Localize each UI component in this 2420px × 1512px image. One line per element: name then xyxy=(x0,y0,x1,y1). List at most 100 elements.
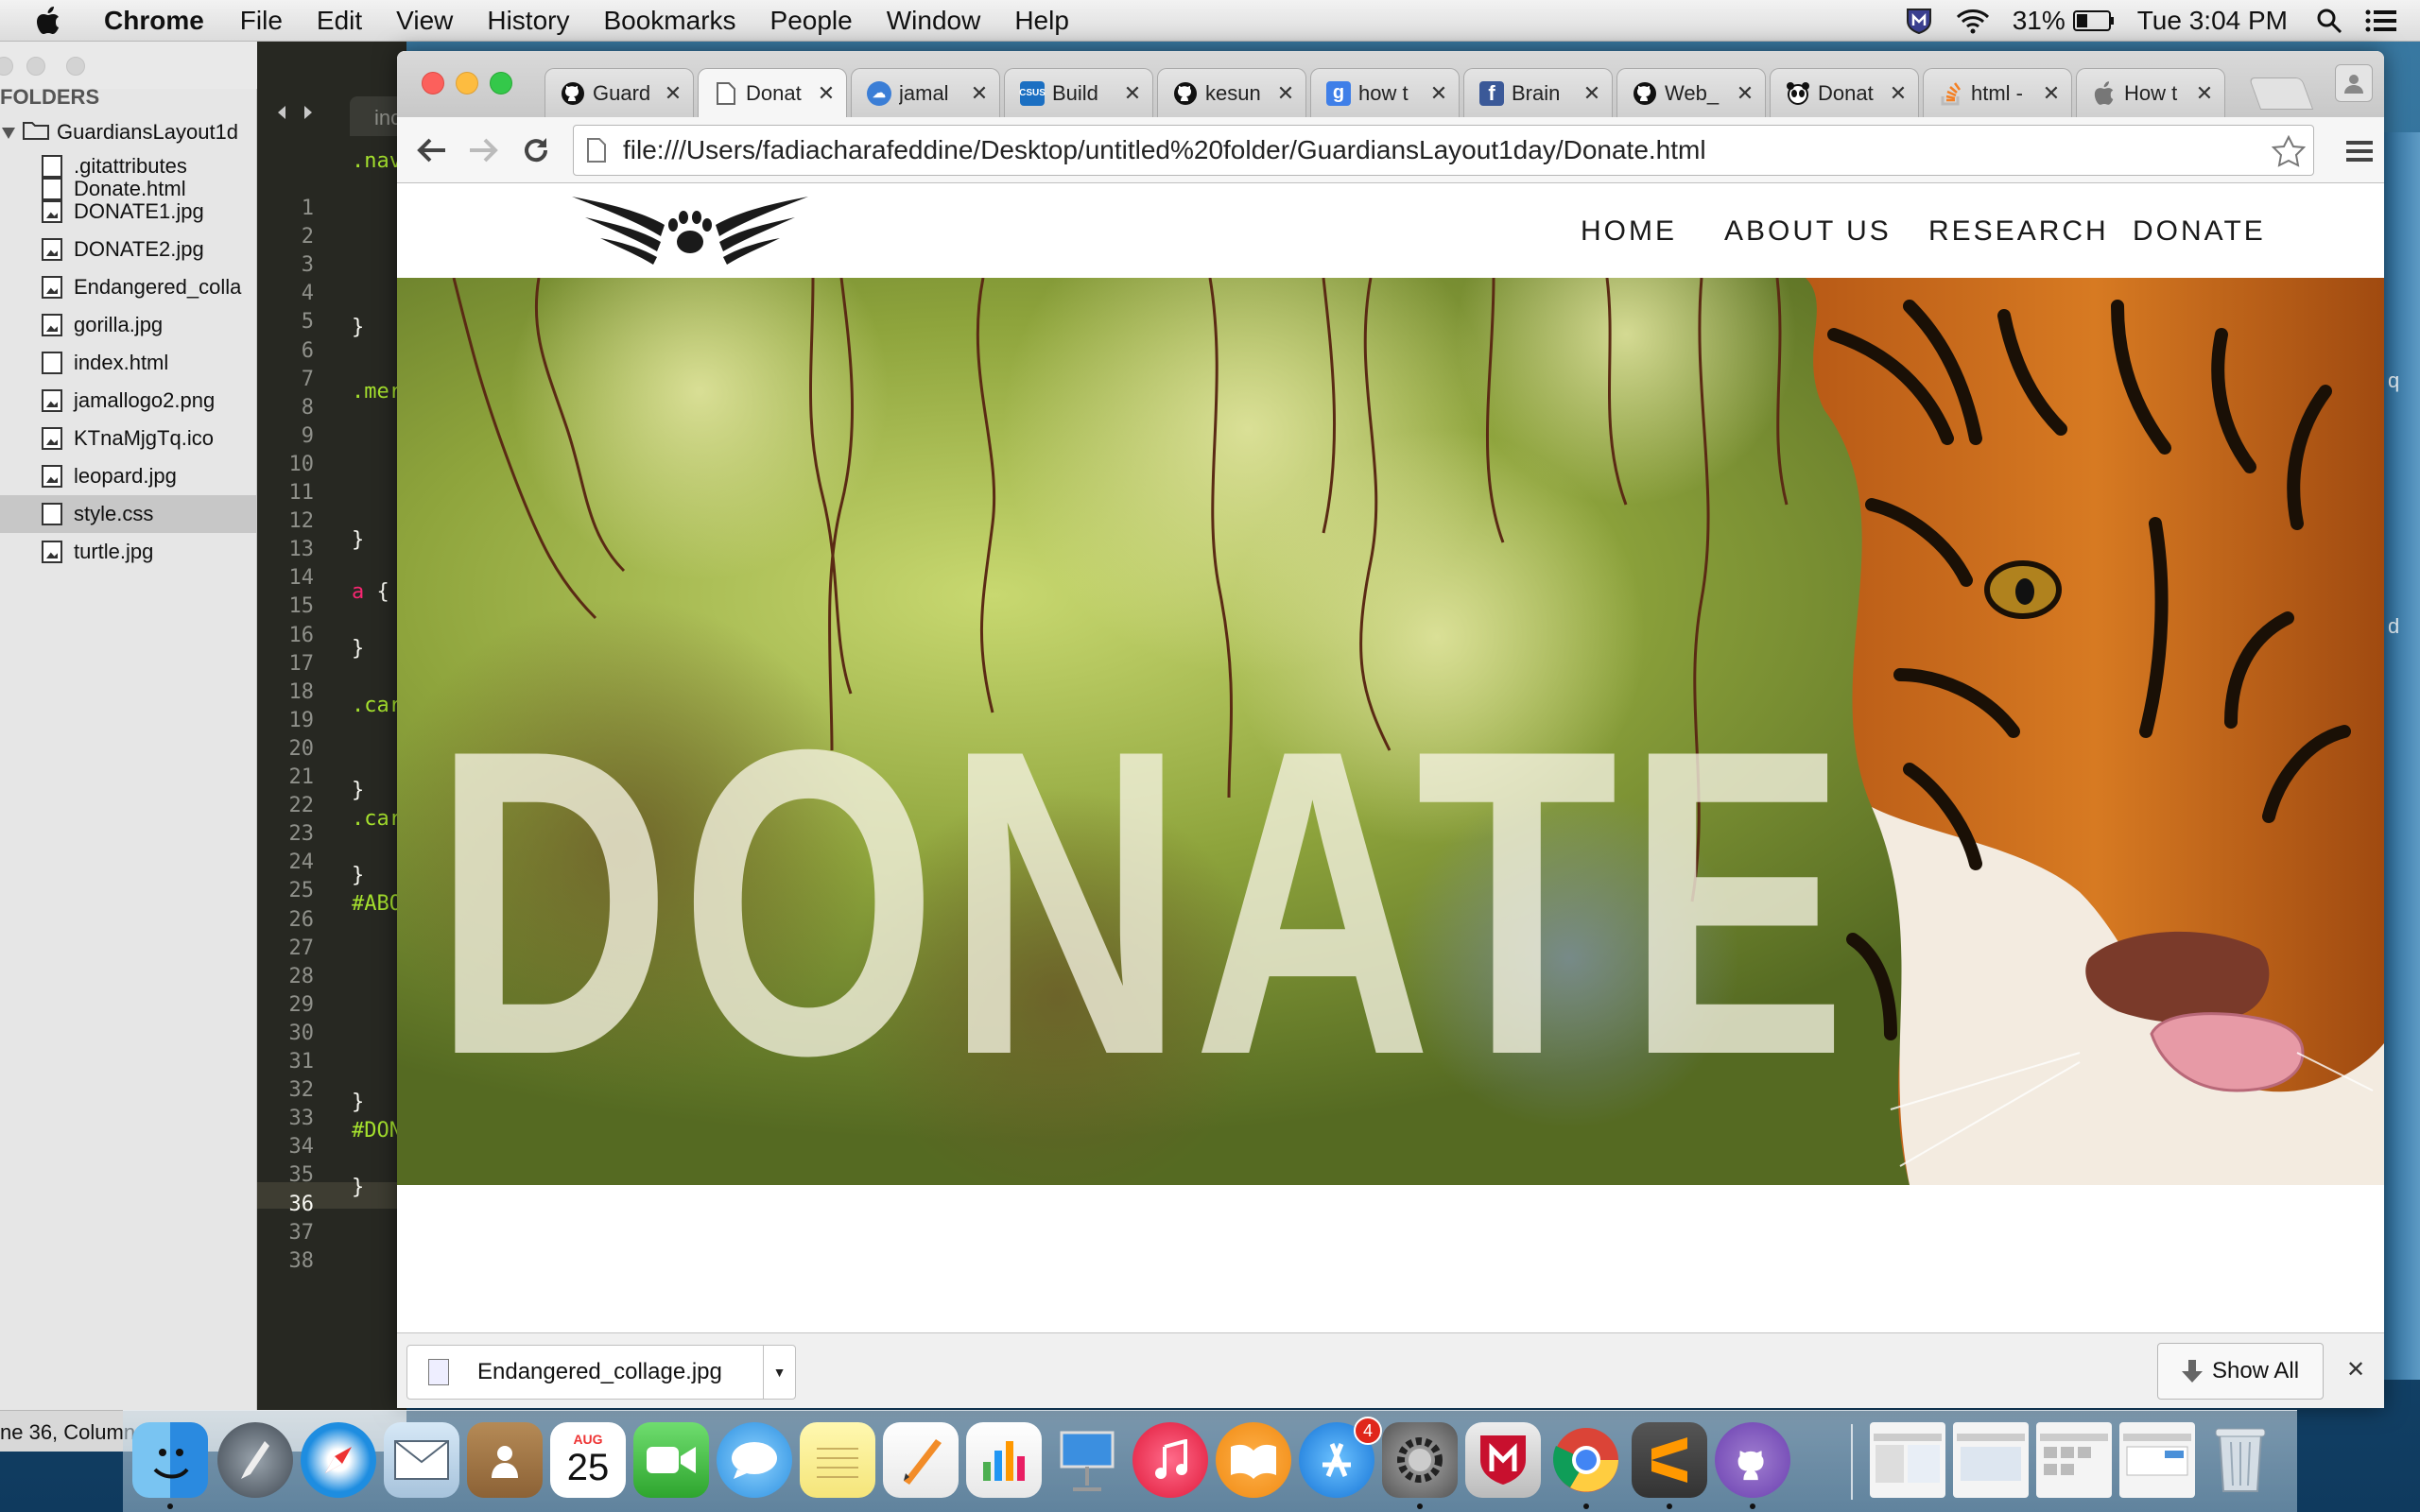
finder-icon[interactable] xyxy=(132,1422,208,1498)
back-button[interactable] xyxy=(414,132,450,168)
file-item[interactable]: KTnaMjgTq.ico xyxy=(42,420,214,457)
itunes-icon[interactable] xyxy=(1132,1422,1208,1498)
chrome-menu-icon[interactable] xyxy=(2346,140,2373,167)
tab-nav-arrows[interactable] xyxy=(276,104,314,127)
facetime-icon[interactable] xyxy=(633,1422,709,1498)
tab-close-icon[interactable]: ✕ xyxy=(1888,81,1909,106)
zoom-window-button[interactable] xyxy=(490,72,512,94)
close-shelf-icon[interactable]: ✕ xyxy=(2346,1356,2365,1383)
file-item[interactable]: gorilla.jpg xyxy=(42,306,163,344)
reload-button[interactable] xyxy=(518,132,554,168)
project-folder[interactable]: GuardiansLayout1d xyxy=(2,119,238,146)
pages-icon[interactable] xyxy=(883,1422,959,1498)
tab-close-icon[interactable]: ✕ xyxy=(1122,81,1143,106)
mcafee-icon[interactable] xyxy=(1465,1422,1541,1498)
browser-tab[interactable]: g how t ✕ xyxy=(1310,68,1460,117)
minimized-window-thumbnail[interactable] xyxy=(2119,1422,2195,1498)
battery-icon[interactable] xyxy=(2072,10,2115,31)
browser-tab[interactable]: Guard ✕ xyxy=(544,68,694,117)
mail-icon[interactable] xyxy=(384,1422,459,1498)
close-window-button[interactable] xyxy=(422,72,444,94)
notification-center-icon[interactable] xyxy=(2365,9,2397,33)
mcafee-menubar-icon[interactable] xyxy=(1905,7,1933,35)
profile-button[interactable] xyxy=(2335,64,2373,102)
browser-tab[interactable]: ☁ jamal ✕ xyxy=(851,68,1000,117)
safari-icon[interactable] xyxy=(301,1422,376,1498)
image-file-icon xyxy=(42,541,62,563)
browser-tab[interactable]: CSUS Build ✕ xyxy=(1004,68,1153,117)
menu-edit[interactable]: Edit xyxy=(317,6,362,36)
clock[interactable]: Tue 3:04 PM xyxy=(2137,6,2288,36)
menu-bookmarks[interactable]: Bookmarks xyxy=(603,6,735,36)
nav-research[interactable]: RESEARCH xyxy=(1928,215,2109,248)
ibooks-icon[interactable] xyxy=(1216,1422,1291,1498)
menu-app-chrome[interactable]: Chrome xyxy=(104,6,204,36)
page-info-icon[interactable] xyxy=(587,138,606,163)
tab-close-icon[interactable]: ✕ xyxy=(1735,81,1755,106)
tab-close-icon[interactable]: ✕ xyxy=(816,81,837,106)
tab-close-icon[interactable]: ✕ xyxy=(2194,81,2215,106)
tab-close-icon[interactable]: ✕ xyxy=(1582,81,1602,106)
new-tab-button[interactable] xyxy=(2248,77,2314,110)
menu-view[interactable]: View xyxy=(396,6,453,36)
menu-history[interactable]: History xyxy=(487,6,569,36)
messages-icon[interactable] xyxy=(717,1422,792,1498)
browser-tab[interactable]: Web_ ✕ xyxy=(1616,68,1766,117)
file-item[interactable]: DONATE2.jpg xyxy=(42,231,204,268)
tab-close-icon[interactable]: ✕ xyxy=(663,81,683,106)
tab-close-icon[interactable]: ✕ xyxy=(1428,81,1449,106)
minimized-window-thumbnail[interactable] xyxy=(1953,1422,2029,1498)
contacts-icon[interactable] xyxy=(467,1422,543,1498)
browser-tab[interactable]: Donat ✕ xyxy=(1770,68,1919,117)
spotlight-search-icon[interactable] xyxy=(2316,8,2342,34)
file-item[interactable]: turtle.jpg xyxy=(42,533,153,571)
browser-tab[interactable]: How t ✕ xyxy=(2076,68,2225,117)
file-item[interactable]: Endangered_colla xyxy=(42,268,241,306)
chevron-down-icon[interactable]: ▼ xyxy=(763,1346,795,1399)
download-item[interactable]: Endangered_collage.jpg ▼ xyxy=(406,1345,796,1400)
file-item-selected[interactable]: style.css xyxy=(0,495,257,533)
wifi-icon[interactable] xyxy=(1956,8,1990,34)
tab-close-icon[interactable]: ✕ xyxy=(2041,81,2062,106)
chrome-icon[interactable] xyxy=(1548,1422,1624,1498)
browser-tab[interactable]: kesun ✕ xyxy=(1157,68,1306,117)
file-item[interactable]: index.html xyxy=(42,344,168,382)
notes-icon[interactable] xyxy=(800,1422,875,1498)
address-bar[interactable]: file:///Users/fadiacharafeddine/Desktop/… xyxy=(573,125,2314,176)
zoom-button-inactive[interactable] xyxy=(66,57,85,76)
forward-button[interactable] xyxy=(465,132,501,168)
tab-close-icon[interactable]: ✕ xyxy=(969,81,990,106)
browser-tab-active[interactable]: Donat ✕ xyxy=(698,68,847,117)
apple-menu-icon[interactable] xyxy=(36,6,78,35)
minimize-button-inactive[interactable] xyxy=(26,57,45,76)
tab-close-icon[interactable]: ✕ xyxy=(1275,81,1296,106)
file-item[interactable]: DONATE1.jpg xyxy=(42,193,204,231)
menu-file[interactable]: File xyxy=(240,6,283,36)
nav-about-us[interactable]: ABOUT US xyxy=(1724,215,1892,248)
close-button-inactive[interactable] xyxy=(0,57,13,76)
calendar-icon[interactable]: AUG 25 xyxy=(550,1422,626,1498)
file-item[interactable]: jamallogo2.png xyxy=(42,382,215,420)
github-icon[interactable] xyxy=(1715,1422,1790,1498)
sublime-icon[interactable] xyxy=(1632,1422,1707,1498)
nav-home[interactable]: HOME xyxy=(1581,215,1677,248)
minimize-window-button[interactable] xyxy=(456,72,478,94)
url-text[interactable]: file:///Users/fadiacharafeddine/Desktop/… xyxy=(623,135,1706,165)
menu-help[interactable]: Help xyxy=(1014,6,1069,36)
system-preferences-icon[interactable] xyxy=(1382,1422,1458,1498)
menu-window[interactable]: Window xyxy=(887,6,981,36)
file-item[interactable]: leopard.jpg xyxy=(42,457,177,495)
minimized-window-thumbnail[interactable] xyxy=(2036,1422,2112,1498)
minimized-window-thumbnail[interactable] xyxy=(1870,1422,1945,1498)
launchpad-icon[interactable] xyxy=(217,1422,293,1498)
winged-paw-logo[interactable] xyxy=(572,183,808,279)
nav-donate[interactable]: DONATE xyxy=(2133,215,2266,248)
menu-people[interactable]: People xyxy=(770,6,853,36)
show-all-button[interactable]: Show All xyxy=(2157,1343,2324,1400)
bookmark-star-icon[interactable] xyxy=(2271,134,2307,172)
keynote-icon[interactable] xyxy=(1049,1422,1125,1498)
browser-tab[interactable]: html - ✕ xyxy=(1923,68,2072,117)
trash-icon[interactable] xyxy=(2203,1422,2278,1498)
numbers-icon[interactable] xyxy=(966,1422,1042,1498)
browser-tab[interactable]: f Brain ✕ xyxy=(1463,68,1613,117)
